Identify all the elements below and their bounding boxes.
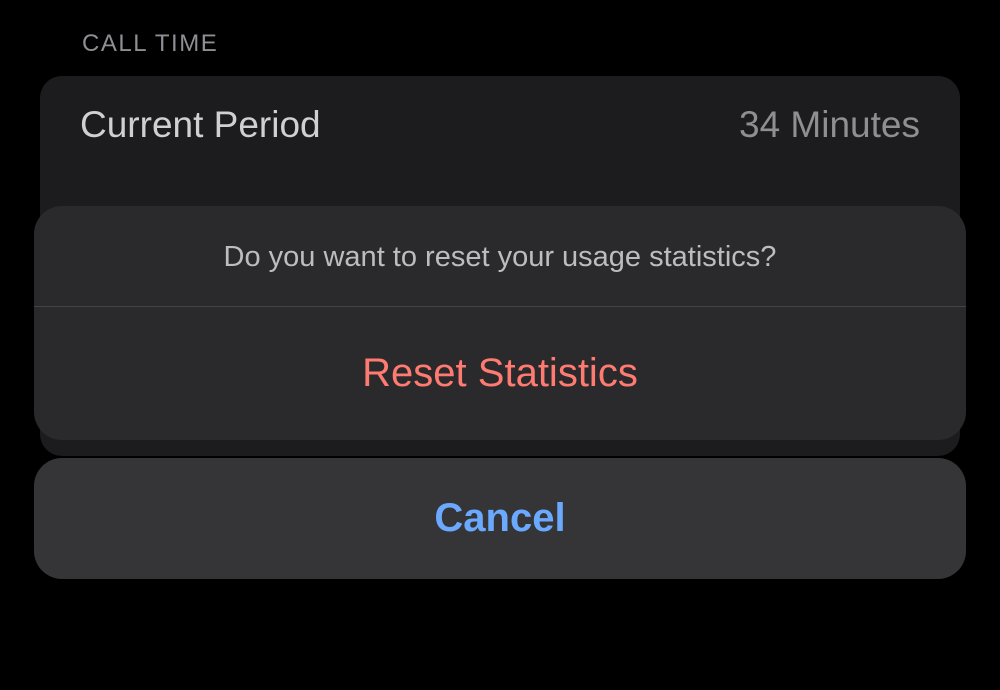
current-period-label: Current Period <box>80 104 321 146</box>
action-sheet: Do you want to reset your usage statisti… <box>34 206 966 579</box>
current-period-row[interactable]: Current Period 34 Minutes <box>80 104 920 146</box>
action-sheet-message: Do you want to reset your usage statisti… <box>34 206 966 307</box>
cancel-button[interactable]: Cancel <box>34 458 966 579</box>
action-sheet-panel: Do you want to reset your usage statisti… <box>34 206 966 440</box>
reset-statistics-button[interactable]: Reset Statistics <box>34 307 966 440</box>
current-period-value: 34 Minutes <box>739 104 920 146</box>
section-header-call-time: CALL TIME <box>40 30 960 58</box>
